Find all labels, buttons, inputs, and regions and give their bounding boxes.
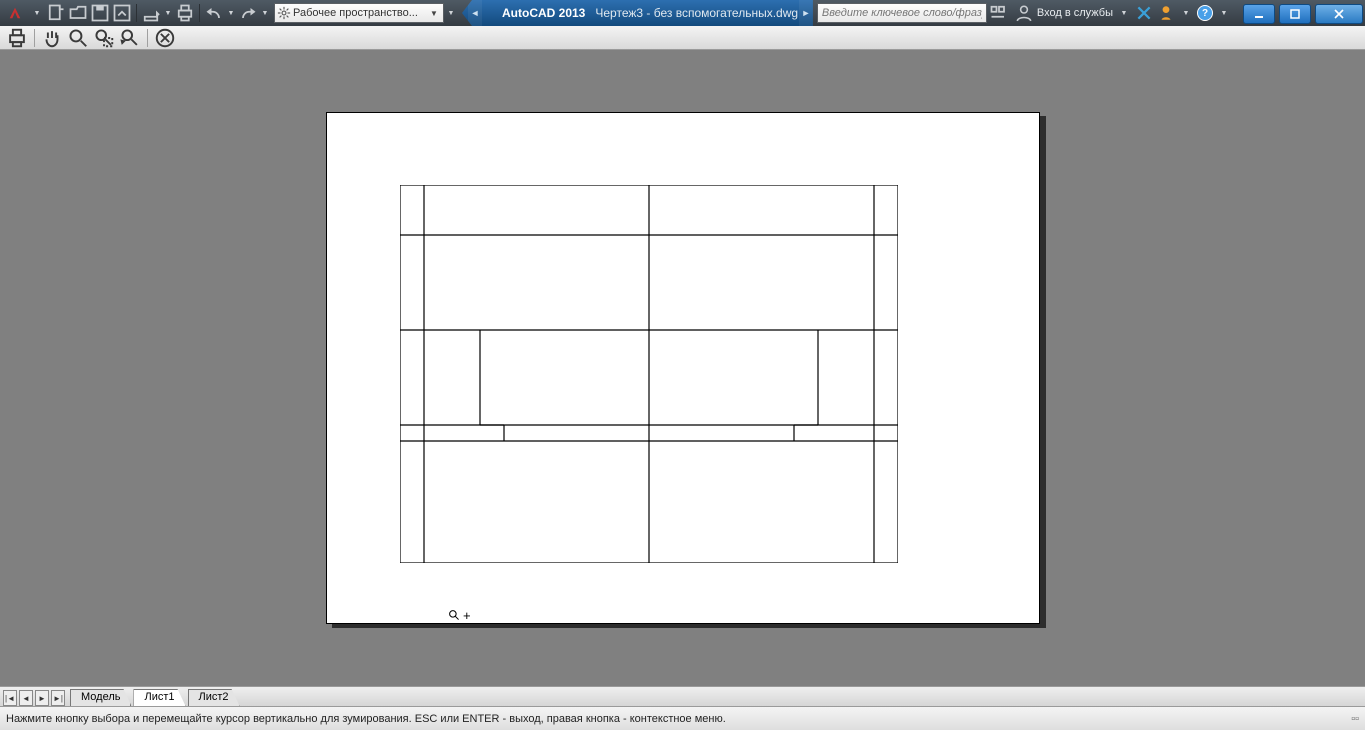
statusbar: Нажмите кнопку выбора и перемещайте курс… — [0, 706, 1365, 730]
chevron-down-icon: ▼ — [427, 9, 441, 18]
statusbar-tray: ▫▫ — [1351, 713, 1359, 725]
redo-dropdown-icon[interactable]: ▼ — [260, 3, 270, 23]
layout-tabs-nav: |◄ ◄ ► ►| — [0, 690, 68, 706]
help-button[interactable]: ? — [1197, 5, 1213, 21]
qat-overflow-dropdown-icon[interactable]: ▼ — [446, 3, 456, 23]
tab-last-button[interactable]: ►| — [51, 690, 65, 706]
title-nav-next-button[interactable]: ► — [799, 0, 813, 26]
view-toolbar — [0, 26, 1365, 50]
plot-dropdown-icon[interactable]: ▼ — [163, 3, 173, 23]
tab-sheet1-label: Лист1 — [144, 691, 174, 703]
maximize-button[interactable] — [1279, 4, 1311, 24]
save-as-button[interactable] — [112, 3, 132, 23]
zoom-window-button[interactable] — [93, 28, 115, 48]
command-prompt: Нажмите кнопку выбора и перемещайте курс… — [6, 713, 726, 725]
save-file-button[interactable] — [90, 3, 110, 23]
title-nav-prev-button[interactable]: ◄ — [468, 0, 482, 26]
signin-user-icon[interactable] — [1015, 4, 1033, 22]
signin-label[interactable]: Вход в службы — [1037, 7, 1113, 19]
minimize-button[interactable] — [1243, 4, 1275, 24]
undo-dropdown-icon[interactable]: ▼ — [226, 3, 236, 23]
titlebar: ▼ ▼ ▼ ▼ — [0, 0, 1365, 26]
infocenter-search[interactable] — [817, 3, 987, 23]
tab-model-label: Модель — [81, 691, 120, 703]
search-input[interactable] — [818, 7, 986, 19]
application-menu-button[interactable] — [0, 0, 30, 26]
new-file-button[interactable] — [46, 3, 66, 23]
document-name: Чертеж3 - без вспомогательных.dwg — [595, 6, 798, 20]
quick-access-toolbar: ▼ ▼ ▼ — [44, 3, 272, 23]
plot-button[interactable] — [141, 3, 161, 23]
document-title: AutoCAD 2013 Чертеж3 - без вспомогательн… — [482, 6, 799, 20]
workspace-label: Рабочее пространство... — [293, 7, 427, 19]
workspace-selector[interactable]: Рабочее пространство... ▼ — [274, 3, 444, 23]
tab-next-button[interactable]: ► — [35, 690, 49, 706]
app-menu-dropdown-icon[interactable]: ▼ — [32, 3, 42, 23]
open-file-button[interactable] — [68, 3, 88, 23]
window-controls — [1241, 2, 1365, 24]
document-title-area: ◄ AutoCAD 2013 Чертеж3 - без вспомогател… — [462, 0, 813, 26]
pan-button[interactable] — [41, 28, 63, 48]
tab-sheet2-label: Лист2 — [199, 691, 229, 703]
signin-dropdown-icon[interactable]: ▼ — [1119, 3, 1129, 23]
drawing-canvas[interactable]: + — [0, 50, 1365, 686]
tab-prev-button[interactable]: ◄ — [19, 690, 33, 706]
drawing-content — [400, 185, 898, 563]
print-button[interactable] — [175, 3, 195, 23]
search-button[interactable] — [989, 3, 1009, 23]
plot-preview-button[interactable] — [6, 28, 28, 48]
gear-icon — [277, 6, 291, 20]
help-dropdown-icon[interactable]: ▼ — [1219, 3, 1229, 23]
tab-model[interactable]: Модель — [70, 689, 131, 706]
zoom-previous-button[interactable] — [119, 28, 141, 48]
tab-first-button[interactable]: |◄ — [3, 690, 17, 706]
close-button[interactable] — [1315, 4, 1363, 24]
zoom-cursor-icon: + — [448, 608, 471, 623]
layout-tabs: |◄ ◄ ► ►| Модель Лист1 Лист2 — [0, 686, 1365, 706]
infocenter-right: Вход в службы ▼ ▼ ? ▼ — [1011, 3, 1235, 23]
tab-sheet2[interactable]: Лист2 — [188, 689, 240, 706]
undo-button[interactable] — [204, 3, 224, 23]
stay-connected-icon[interactable] — [1157, 4, 1175, 22]
tray-grip-icon[interactable]: ▫▫ — [1351, 713, 1359, 725]
zoom-realtime-button[interactable] — [67, 28, 89, 48]
stay-connected-dropdown-icon[interactable]: ▼ — [1181, 3, 1191, 23]
tab-sheet1[interactable]: Лист1 — [133, 689, 185, 706]
redo-button[interactable] — [238, 3, 258, 23]
app-name: AutoCAD 2013 — [502, 6, 585, 20]
exchange-apps-icon[interactable] — [1135, 4, 1153, 22]
close-preview-button[interactable] — [154, 28, 176, 48]
